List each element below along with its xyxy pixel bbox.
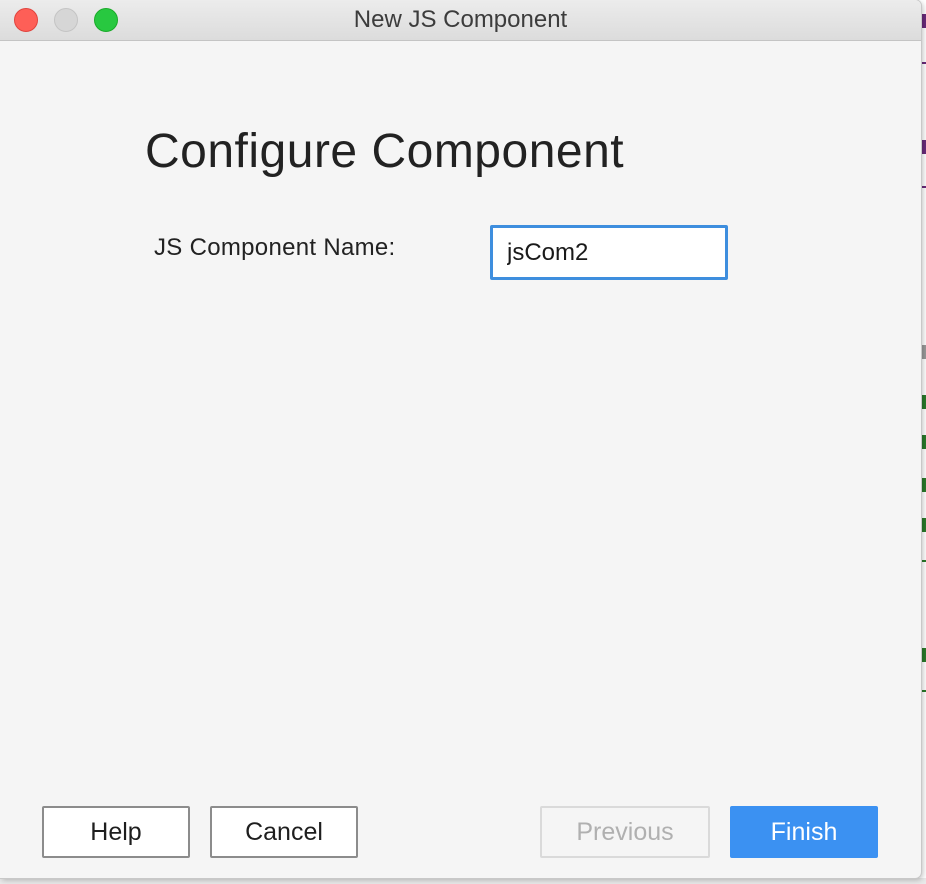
editor-text-fragment <box>922 435 926 449</box>
editor-text-fragment <box>922 518 926 532</box>
editor-text-fragment <box>922 478 926 492</box>
editor-text-fragment <box>922 14 926 28</box>
cancel-button[interactable]: Cancel <box>210 806 358 858</box>
editor-line-marker <box>922 186 926 188</box>
window-title: New JS Component <box>353 6 568 33</box>
editor-line-marker <box>922 560 926 562</box>
component-name-label: JS Component Name: <box>154 234 396 261</box>
editor-text-fragment <box>922 345 926 359</box>
finish-button[interactable]: Finish <box>730 806 878 858</box>
dialog-window: New JS Component Configure Component JS … <box>0 0 921 878</box>
component-name-input[interactable] <box>490 225 728 280</box>
title-bar: New JS Component <box>0 0 921 41</box>
editor-status-strip <box>0 878 926 884</box>
editor-line-marker <box>922 62 926 64</box>
editor-text-fragment <box>922 395 926 409</box>
editor-text-fragment <box>922 140 926 154</box>
previous-button: Previous <box>540 806 710 858</box>
editor-text-fragment <box>922 648 926 662</box>
editor-line-marker <box>922 690 926 692</box>
help-button[interactable]: Help <box>42 806 190 858</box>
page-title: Configure Component <box>145 125 625 178</box>
